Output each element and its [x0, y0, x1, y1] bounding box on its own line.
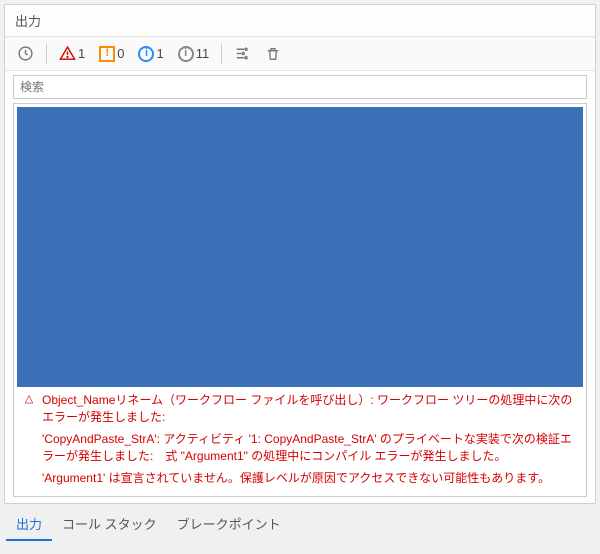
- log-entry[interactable]: 'CopyAndPaste_StrA': アクティビティ '1: CopyAnd…: [14, 429, 586, 468]
- warning-count: 0: [117, 46, 124, 61]
- separator: [221, 44, 222, 64]
- separator: [46, 44, 47, 64]
- log-text: Object_Nameリネーム（ワークフロー ファイルを呼び出し）: ワークフロ…: [42, 392, 580, 427]
- search-wrap: [5, 71, 595, 103]
- selected-region[interactable]: [17, 107, 583, 387]
- log-text: 'Argument1' は宣言されていません。保護レベルが原因でアクセスできない…: [42, 470, 580, 487]
- settings-button[interactable]: [230, 43, 255, 64]
- sliders-icon: [234, 45, 251, 62]
- search-input[interactable]: [13, 75, 587, 99]
- log-entry[interactable]: △ Object_Nameリネーム（ワークフロー ファイルを呼び出し）: ワーク…: [14, 390, 586, 429]
- clock-icon: [17, 45, 34, 62]
- clear-button[interactable]: [261, 44, 285, 64]
- warning-filter[interactable]: ! 0: [95, 44, 128, 64]
- tab-breakpoints[interactable]: ブレークポイント: [167, 508, 291, 541]
- tab-output[interactable]: 出力: [6, 508, 52, 541]
- error-icon: [59, 45, 76, 62]
- panel-title: 出力: [5, 5, 595, 37]
- log-text: 'CopyAndPaste_StrA': アクティビティ '1: CopyAnd…: [42, 431, 580, 466]
- info-filter[interactable]: i 1: [134, 44, 167, 64]
- output-content[interactable]: △ Object_Nameリネーム（ワークフロー ファイルを呼び出し）: ワーク…: [13, 103, 587, 497]
- output-toolbar: 1 ! 0 i 1 i 11: [5, 37, 595, 71]
- tab-callstack[interactable]: コール スタック: [52, 508, 167, 541]
- detail-icon: i: [178, 46, 194, 62]
- info-icon: i: [138, 46, 154, 62]
- warning-icon: !: [99, 46, 115, 62]
- detail-filter[interactable]: i 11: [174, 44, 214, 64]
- detail-count: 11: [196, 46, 210, 61]
- error-count: 1: [78, 46, 85, 61]
- log-entry[interactable]: 'Argument1' は宣言されていません。保護レベルが原因でアクセスできない…: [14, 468, 586, 489]
- trash-icon: [265, 46, 281, 62]
- clock-button[interactable]: [13, 43, 38, 64]
- output-panel: 出力 1 ! 0 i 1 i: [4, 4, 596, 504]
- error-triangle-icon: △: [22, 392, 36, 408]
- bottom-tabs: 出力 コール スタック ブレークポイント: [0, 508, 600, 541]
- info-count: 1: [156, 46, 163, 61]
- error-filter[interactable]: 1: [55, 43, 89, 64]
